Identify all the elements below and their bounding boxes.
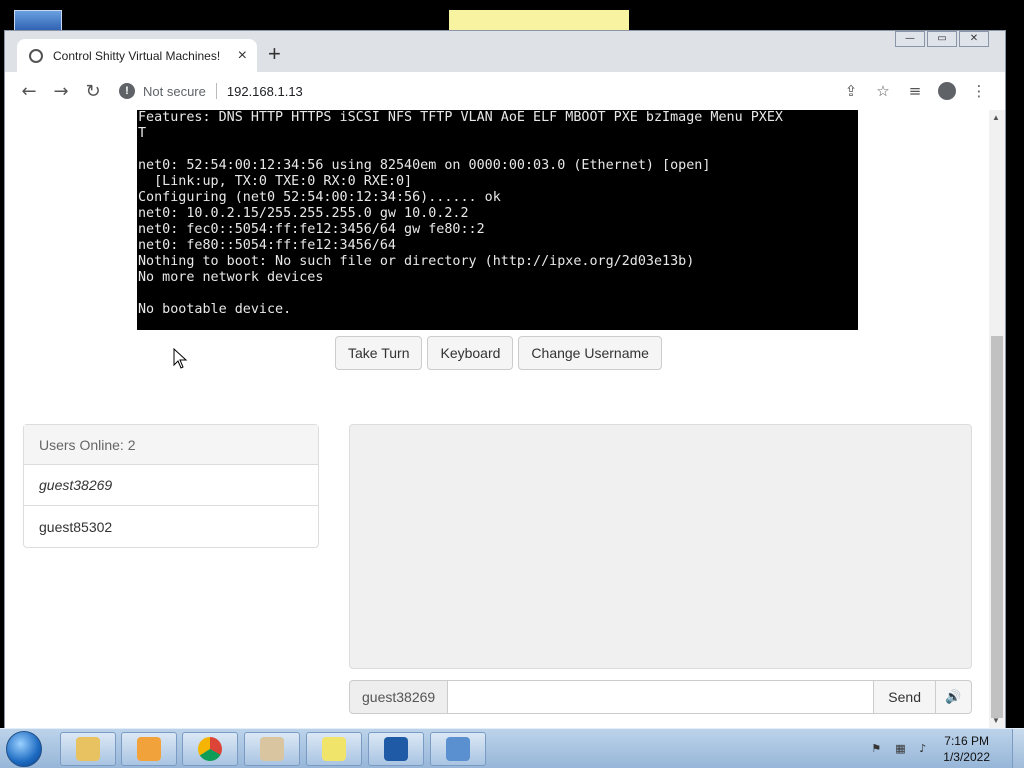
browser-toolbar: ← → ↻ ! Not secure 192.168.1.13 ⇪ ☆ ≡ ⋮: [5, 72, 1005, 110]
console-cursor: _: [138, 318, 147, 330]
console-line: [Link:up, TX:0 TXE:0 RX:0 RXE:0]: [138, 174, 413, 189]
keyboard-button[interactable]: Keyboard: [427, 336, 514, 370]
user-list-item: guest38269: [24, 465, 318, 506]
scroll-down-icon[interactable]: ▼: [992, 716, 1000, 725]
not-secure-label[interactable]: Not secure: [143, 84, 206, 99]
tab-close-icon[interactable]: ×: [238, 47, 247, 65]
clock-time: 7:16 PM: [944, 734, 989, 748]
users-online-panel: Users Online: 2 guest38269 guest85302: [23, 424, 319, 548]
powershell-icon: [384, 737, 408, 761]
console-line: net0: 52:54:00:12:34:56 using 82540em on…: [138, 158, 711, 173]
maximize-button[interactable]: ▭: [927, 31, 957, 47]
tab-title: Control Shitty Virtual Machines!: [53, 48, 221, 63]
chat-username-label: guest38269: [349, 680, 449, 714]
back-arrow-icon[interactable]: ←: [13, 75, 45, 107]
vm-actions: Take Turn Keyboard Change Username: [335, 336, 662, 370]
change-username-button[interactable]: Change Username: [518, 336, 662, 370]
desktop-icon[interactable]: [14, 10, 62, 32]
chrome-taskbar-button[interactable]: [182, 732, 238, 766]
close-window-button[interactable]: ✕: [959, 31, 989, 47]
console-line: T: [138, 126, 147, 141]
console-line: No bootable device.: [138, 302, 292, 317]
chat-log: [349, 424, 972, 669]
vm-console-screen[interactable]: Features: DNS HTTP HTTPS iSCSI NFS TFTP …: [137, 110, 858, 330]
console-line: Configuring (net0 52:54:00:12:34:56)....…: [138, 190, 501, 205]
console-line: No more network devices: [138, 270, 324, 285]
console-line: net0: 10.0.2.15/255.255.255.0 gw 10.0.2.…: [138, 206, 469, 221]
powershell-taskbar-button[interactable]: [368, 732, 424, 766]
console-line: Nothing to boot: No such file or directo…: [138, 254, 695, 269]
sticky-notes-icon: [322, 737, 346, 761]
star-icon[interactable]: ☆: [867, 75, 899, 107]
network-icon[interactable]: ▦: [895, 742, 909, 756]
profile-icon[interactable]: [931, 75, 963, 107]
page-content: Features: DNS HTTP HTTPS iSCSI NFS TFTP …: [5, 110, 989, 728]
media-queue-icon[interactable]: ≡: [899, 75, 931, 107]
remote-desktop-taskbar-button[interactable]: [430, 732, 486, 766]
paint-icon: [260, 737, 284, 761]
volume-icon[interactable]: ♪: [919, 742, 933, 756]
chat-message-input[interactable]: [448, 680, 875, 714]
scroll-up-icon[interactable]: ▲: [992, 113, 1000, 122]
action-center-icon[interactable]: ⚑: [871, 742, 885, 756]
minimize-button[interactable]: —: [895, 31, 925, 47]
taskbar: ⚑ ▦ ♪ 7:16 PM 1/3/2022: [0, 728, 1024, 768]
show-desktop-button[interactable]: [1012, 729, 1024, 768]
menu-kebab-icon[interactable]: ⋮: [963, 75, 995, 107]
send-button[interactable]: Send: [874, 680, 936, 714]
page-scrollbar[interactable]: ▲ ▼: [989, 110, 1005, 728]
users-online-header: Users Online: 2: [24, 425, 318, 465]
console-line: net0: fec0::5054:ff:fe12:3456/64 gw fe80…: [138, 222, 485, 237]
new-tab-button[interactable]: +: [268, 43, 281, 65]
reload-icon[interactable]: ↻: [77, 75, 109, 107]
speaker-icon[interactable]: 🔊: [936, 680, 972, 714]
warning-icon[interactable]: !: [119, 83, 135, 99]
console-line: Features: DNS HTTP HTTPS iSCSI NFS TFTP …: [138, 110, 783, 125]
media-player-taskbar-button[interactable]: [121, 732, 177, 766]
toolbar-actions: ⇪ ☆ ≡ ⋮: [835, 75, 995, 107]
explorer-taskbar-button[interactable]: [60, 732, 116, 766]
avatar: [938, 82, 956, 100]
desktop-highlight: [449, 10, 629, 30]
scroll-thumb[interactable]: [991, 336, 1003, 718]
sticky-notes-taskbar-button[interactable]: [306, 732, 362, 766]
browser-tab[interactable]: Control Shitty Virtual Machines! ×: [17, 39, 257, 72]
clock-date: 1/3/2022: [943, 750, 990, 764]
start-button[interactable]: [6, 731, 42, 767]
folder-icon: [76, 737, 100, 761]
browser-window: — ▭ ✕ Control Shitty Virtual Machines! ×…: [4, 30, 1006, 728]
share-icon[interactable]: ⇪: [835, 75, 867, 107]
forward-arrow-icon[interactable]: →: [45, 75, 77, 107]
chat-input-group: guest38269 Send 🔊: [349, 680, 972, 714]
mouse-cursor-icon: [173, 348, 188, 369]
take-turn-button[interactable]: Take Turn: [335, 336, 423, 370]
paint-taskbar-button[interactable]: [244, 732, 300, 766]
clock[interactable]: 7:16 PM 1/3/2022: [943, 733, 990, 765]
globe-icon: [29, 48, 43, 63]
console-line: net0: fe80::5054:ff:fe12:3456/64: [138, 238, 396, 253]
chrome-icon: [198, 737, 222, 761]
user-list-item: guest85302: [39, 518, 113, 535]
window-controls: — ▭ ✕: [895, 31, 989, 47]
url-text[interactable]: 192.168.1.13: [227, 84, 303, 99]
system-tray: ⚑ ▦ ♪ 7:16 PM 1/3/2022: [871, 729, 1024, 768]
address-separator: [215, 83, 217, 99]
remote-desktop-icon: [446, 737, 470, 761]
media-player-icon: [137, 737, 161, 761]
